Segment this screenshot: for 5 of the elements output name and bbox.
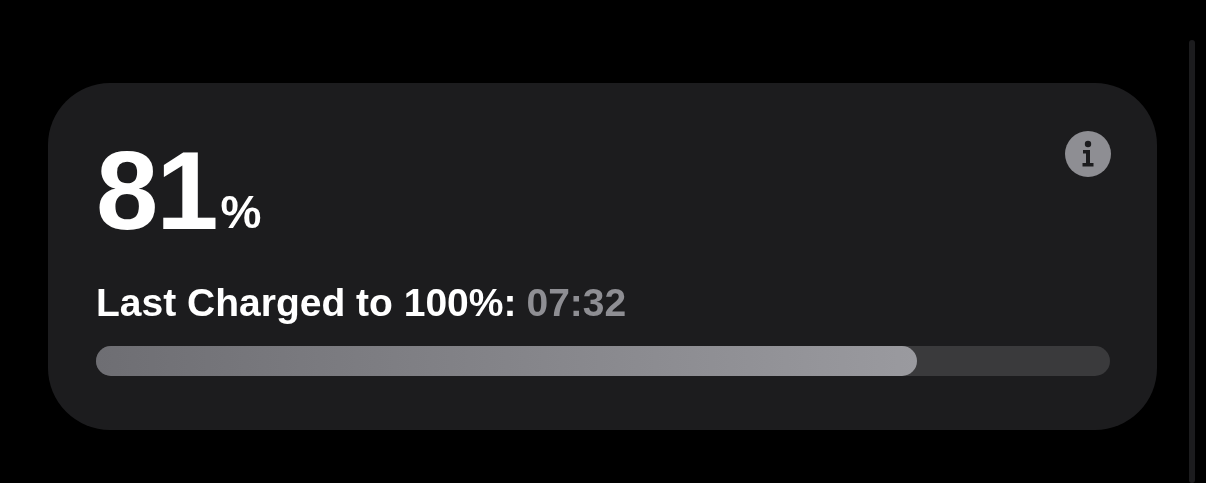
last-charged-time: 07:32	[526, 281, 627, 326]
percent-sign: %	[220, 185, 262, 240]
last-charged-label: Last Charged to 100%:	[96, 281, 517, 326]
info-icon[interactable]	[1065, 131, 1111, 177]
battery-percentage: 81	[96, 135, 217, 247]
